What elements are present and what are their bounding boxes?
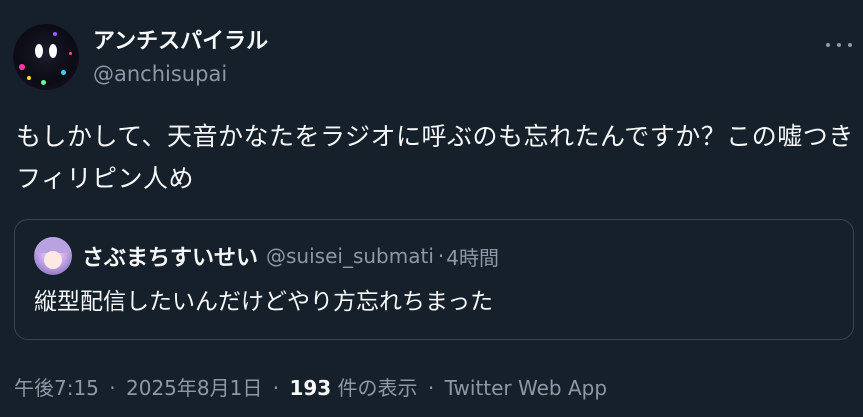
tweet-header: アンチスパイラル @anchisupai [13,24,268,90]
quoted-author-avatar [34,237,72,275]
separator-dot: · [427,376,435,400]
separator-dot: · [109,376,116,400]
author-names: アンチスパイラル @anchisupai [93,28,268,88]
quoted-author-handle: @suisei_submati [266,244,434,268]
tweet-source: Twitter Web App [444,376,608,400]
quoted-tweet-time: 4時間 [446,245,499,270]
views-label: 件の表示 [337,376,418,400]
views-count: 193 [289,376,332,400]
quoted-tweet-header: さぶまちすいせい @suisei_submati · 4時間 [34,237,499,275]
tweet-date[interactable]: 2025年8月1日 [126,376,262,400]
tweet-time[interactable]: 午後7:15 [14,376,99,400]
tweet-text: もしかして、天音かなたをラジオに呼ぶのも忘れたんですか？この嘘つきフィリピン人め [16,122,854,193]
author-handle[interactable]: @anchisupai [93,60,268,88]
quoted-author-display-name: さぶまちすいせい [82,246,259,271]
tweet-meta: 午後7:15 · 2025年8月1日 · 193 件の表示 · Twitter … [14,372,607,404]
more-horizontal-icon[interactable] [826,41,852,49]
quoted-tweet[interactable]: さぶまちすいせい @suisei_submati · 4時間 縦型配信したいんだ… [14,219,854,340]
author-avatar[interactable] [13,24,79,90]
quoted-tweet-text: 縦型配信したいんだけどやり方忘れちまった [34,289,494,315]
author-display-name[interactable]: アンチスパイラル [93,28,268,56]
tweet-card: アンチスパイラル @anchisupai もしかして、天音かなたをラジオに呼ぶの… [0,0,863,417]
separator-dot: · [272,376,280,400]
separator-dot: · [437,244,445,268]
